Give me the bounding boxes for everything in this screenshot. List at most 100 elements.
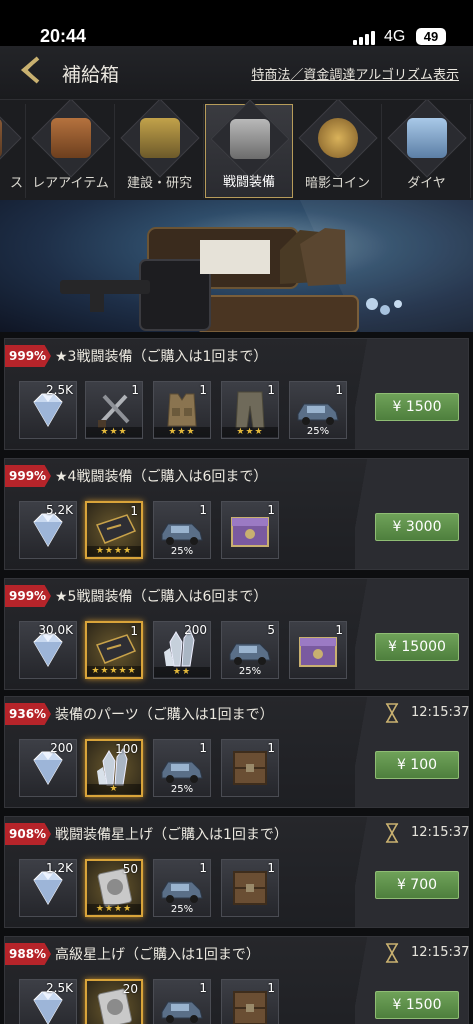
reward-item[interactable]: 1 25% xyxy=(153,501,211,559)
reward-item[interactable]: 1 ★★★ xyxy=(85,381,143,439)
price-button[interactable]: ¥ 3000 xyxy=(375,513,459,541)
item-count: 1 xyxy=(131,383,139,397)
item-count: 1 xyxy=(130,624,138,638)
item-stars: ★★★★ xyxy=(87,546,141,556)
tab-diamond[interactable]: ダイヤ xyxy=(383,100,471,198)
reward-item[interactable]: 30.0K xyxy=(19,621,77,679)
tab-label: レアアイテム xyxy=(32,176,109,191)
reward-item[interactable]: 1.2K xyxy=(19,859,77,917)
tab-build-research[interactable]: 建設・研究 xyxy=(116,100,204,198)
reward-item[interactable]: 200 xyxy=(19,739,77,797)
tab-rare-items[interactable]: レアアイテム xyxy=(27,100,115,198)
item-stars: ★★★ xyxy=(154,427,210,437)
item-count: 30.0K xyxy=(38,623,73,637)
item-stars: ★ xyxy=(87,784,141,794)
back-arrow-icon[interactable] xyxy=(16,54,46,86)
tab-label: 戦闘装備 xyxy=(222,175,275,190)
tab-partial[interactable]: ス xyxy=(0,100,26,198)
category-tabs: ス レアアイテム 建設・研究 戦闘装備 暗影コイン ダイヤ xyxy=(0,100,473,200)
item-count: 5.2K xyxy=(46,503,73,517)
reward-item[interactable]: 1 xyxy=(221,979,279,1024)
item-count: 1 xyxy=(267,383,275,397)
pack-list: 999% ★3戦闘装備（ご購入は1回まで） 2.5K 1 ★★★ 1 ★★★ 1 ★★★ 1 25%… xyxy=(0,332,473,1024)
suitcase-icon xyxy=(0,118,2,158)
promo-banner xyxy=(0,200,473,332)
pack-card: 908% 戦闘装備星上げ（ご購入は1回まで） 12:15:37 1.2K 50 ★★★★ 1… xyxy=(4,816,469,928)
reward-item[interactable]: 1 xyxy=(289,621,347,679)
reward-item[interactable]: 1 25% xyxy=(153,739,211,797)
tab-label: 建設・研究 xyxy=(126,176,192,191)
tab-combat-gear[interactable]: 戦闘装備 xyxy=(205,100,293,198)
item-stars: ★★★★ xyxy=(87,904,141,914)
reward-item[interactable]: 50 ★★★★ xyxy=(85,859,143,917)
pack-card: 988% 高級星上げ（ご購入は1回まで） 12:15:37 2.5K 20 1 1 ¥ 150… xyxy=(4,936,469,1024)
hourglass-icon xyxy=(385,943,399,963)
item-count: 1 xyxy=(267,503,275,517)
item-count: 1 xyxy=(130,504,138,518)
gear-luggage-illustration xyxy=(60,200,473,332)
tab-label: ス xyxy=(9,176,23,191)
item-stars: ★★★ xyxy=(86,427,142,437)
legal-notice-link[interactable]: 特商法／資金調達アルゴリズム表示 xyxy=(251,64,459,83)
pack-card: 999% ★5戦闘装備（ご購入は6回まで） 30.0K 1 ★★★★★ 200 ★★ 5 25%… xyxy=(4,578,469,690)
price-button[interactable]: ¥ 700 xyxy=(375,871,459,899)
reward-item[interactable]: 1 xyxy=(153,979,211,1024)
price-button[interactable]: ¥ 100 xyxy=(375,751,459,779)
item-count: 5 xyxy=(267,623,275,637)
microscope-icon xyxy=(140,118,180,158)
item-count: 1 xyxy=(267,981,275,995)
hourglass-icon xyxy=(385,703,399,723)
reward-item[interactable]: 2.5K xyxy=(19,979,77,1024)
reward-item[interactable]: 5.2K xyxy=(19,501,77,559)
reward-item[interactable]: 1 xyxy=(221,501,279,559)
reward-item[interactable]: 1 ★★★ xyxy=(221,381,279,439)
reward-item[interactable]: 5 25% xyxy=(221,621,279,679)
item-count: 2.5K xyxy=(46,981,73,995)
item-count: 200 xyxy=(50,741,73,755)
coin-bag-icon xyxy=(318,118,358,158)
reward-item[interactable]: 20 xyxy=(85,979,143,1024)
value-badge: 999% xyxy=(5,585,51,607)
price-button[interactable]: ¥ 1500 xyxy=(375,991,459,1019)
reward-item[interactable]: 100 ★ xyxy=(85,739,143,797)
item-percent: 25% xyxy=(170,546,194,557)
item-count: 200 xyxy=(184,623,207,637)
reward-item[interactable]: 1 xyxy=(221,859,279,917)
hourglass-icon xyxy=(385,823,399,843)
value-badge: 936% xyxy=(5,703,51,725)
price-button[interactable]: ¥ 15000 xyxy=(375,633,459,661)
network-label: 4G xyxy=(384,28,406,45)
tab-item-icon xyxy=(0,100,22,178)
reward-item[interactable]: 1 ★★★ xyxy=(153,381,211,439)
reward-item[interactable]: 1 25% xyxy=(289,381,347,439)
item-count: 1 xyxy=(335,623,343,637)
item-stars: ★★ xyxy=(154,667,210,677)
item-stars: ★★★ xyxy=(222,427,278,437)
revolver-icon xyxy=(230,119,270,159)
pack-title: ★3戦闘装備（ご購入は1回まで） xyxy=(55,349,268,365)
item-count: 100 xyxy=(115,742,138,756)
signal-icon xyxy=(353,31,375,45)
price-button[interactable]: ¥ 1500 xyxy=(375,393,459,421)
diamond-bag-icon xyxy=(407,118,447,158)
item-percent: 25% xyxy=(238,666,262,677)
reward-item[interactable]: 1 ★★★★★ xyxy=(85,621,143,679)
item-count: 20 xyxy=(122,982,138,996)
item-count: 2.5K xyxy=(46,383,73,397)
battery-icon: 49 xyxy=(416,28,446,45)
item-percent: 25% xyxy=(170,784,194,795)
reward-item[interactable]: 200 ★★ xyxy=(153,621,211,679)
tab-shadow-coin[interactable]: 暗影コイン xyxy=(294,100,382,198)
countdown-timer: 12:15:37 xyxy=(411,825,470,840)
status-time: 20:44 xyxy=(40,26,87,46)
item-count: 1 xyxy=(335,383,343,397)
reward-item[interactable]: 1 ★★★★ xyxy=(85,501,143,559)
reward-item[interactable]: 1 xyxy=(221,739,279,797)
pack-card: 936% 装備のパーツ（ご購入は1回まで） 12:15:37 200 100 ★ 1 25% 1… xyxy=(4,696,469,808)
item-count: 1 xyxy=(199,503,207,517)
value-badge: 999% xyxy=(5,465,51,487)
reward-item[interactable]: 1 25% xyxy=(153,859,211,917)
tab-label: ダイヤ xyxy=(407,176,446,191)
countdown-timer: 12:15:37 xyxy=(411,705,470,720)
reward-item[interactable]: 2.5K xyxy=(19,381,77,439)
